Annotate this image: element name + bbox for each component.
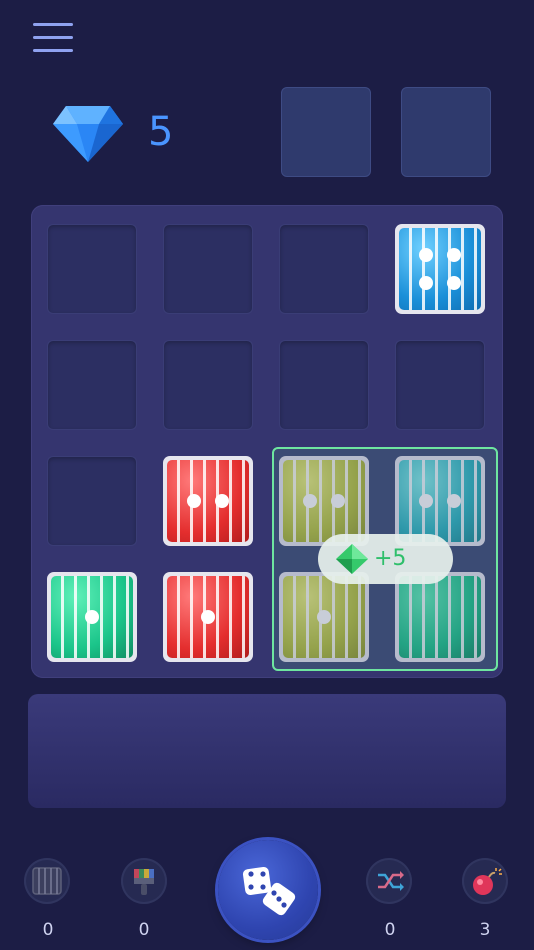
menu-button[interactable] bbox=[33, 22, 73, 54]
empty-cell[interactable] bbox=[163, 340, 253, 430]
blue-die[interactable] bbox=[395, 224, 485, 314]
bomb-tool-button[interactable] bbox=[462, 858, 508, 904]
die-face bbox=[51, 576, 133, 658]
menu-line bbox=[33, 49, 73, 52]
teal-die[interactable] bbox=[395, 456, 485, 546]
cage-icon bbox=[32, 867, 62, 895]
empty-cell[interactable] bbox=[279, 224, 369, 314]
cage-bars bbox=[399, 576, 481, 658]
cage-bars bbox=[399, 228, 481, 310]
bomb-icon bbox=[473, 868, 502, 895]
paint-count: 0 bbox=[138, 920, 150, 940]
die-face bbox=[167, 576, 249, 658]
die-pip bbox=[447, 276, 461, 290]
bomb-count: 3 bbox=[479, 920, 491, 940]
red-die[interactable] bbox=[163, 456, 253, 546]
reward-text: +5 bbox=[374, 546, 407, 571]
die-pip bbox=[215, 494, 229, 508]
die-face bbox=[283, 576, 365, 658]
die-pip bbox=[317, 610, 331, 624]
yellow-die[interactable] bbox=[279, 572, 369, 662]
empty-cell[interactable] bbox=[163, 224, 253, 314]
die-pip bbox=[201, 610, 215, 624]
green-die[interactable] bbox=[47, 572, 137, 662]
diamond-icon bbox=[53, 106, 123, 162]
die-face bbox=[399, 228, 481, 310]
cage-count: 0 bbox=[42, 920, 54, 940]
green-die[interactable] bbox=[395, 572, 485, 662]
die-face bbox=[283, 460, 365, 542]
die-pip bbox=[187, 494, 201, 508]
die-face bbox=[167, 460, 249, 542]
empty-cell[interactable] bbox=[47, 224, 137, 314]
holding-slot[interactable] bbox=[281, 87, 371, 177]
die-pip bbox=[419, 276, 433, 290]
dice-icon bbox=[242, 866, 296, 916]
die-pip bbox=[331, 494, 345, 508]
menu-line bbox=[33, 23, 73, 26]
die-pip bbox=[447, 248, 461, 262]
die-face bbox=[399, 460, 481, 542]
cage-bars bbox=[283, 460, 365, 542]
paint-brush-icon bbox=[134, 869, 154, 895]
emerald-icon bbox=[336, 544, 368, 574]
red-die[interactable] bbox=[163, 572, 253, 662]
empty-cell[interactable] bbox=[47, 340, 137, 430]
cage-bars bbox=[399, 460, 481, 542]
dice-tray[interactable] bbox=[28, 694, 506, 808]
die-pip bbox=[419, 248, 433, 262]
reward-badge: +5 bbox=[318, 534, 453, 584]
shuffle-tool-button[interactable] bbox=[366, 858, 412, 904]
die-face bbox=[399, 576, 481, 658]
gem-count: 5 bbox=[148, 109, 174, 155]
cage-bars bbox=[167, 460, 249, 542]
die-pip bbox=[447, 494, 461, 508]
empty-cell[interactable] bbox=[395, 340, 485, 430]
die-pip bbox=[85, 610, 99, 624]
shuffle-icon bbox=[378, 871, 404, 891]
menu-line bbox=[33, 36, 73, 39]
empty-cell[interactable] bbox=[279, 340, 369, 430]
cage-tool-button[interactable] bbox=[24, 858, 70, 904]
die-pip bbox=[419, 494, 433, 508]
paint-tool-button[interactable] bbox=[121, 858, 167, 904]
empty-cell[interactable] bbox=[47, 456, 137, 546]
holding-slot[interactable] bbox=[401, 87, 491, 177]
roll-dice-button[interactable] bbox=[218, 840, 318, 940]
die-pip bbox=[303, 494, 317, 508]
shuffle-count: 0 bbox=[384, 920, 396, 940]
yellow-die[interactable] bbox=[279, 456, 369, 546]
